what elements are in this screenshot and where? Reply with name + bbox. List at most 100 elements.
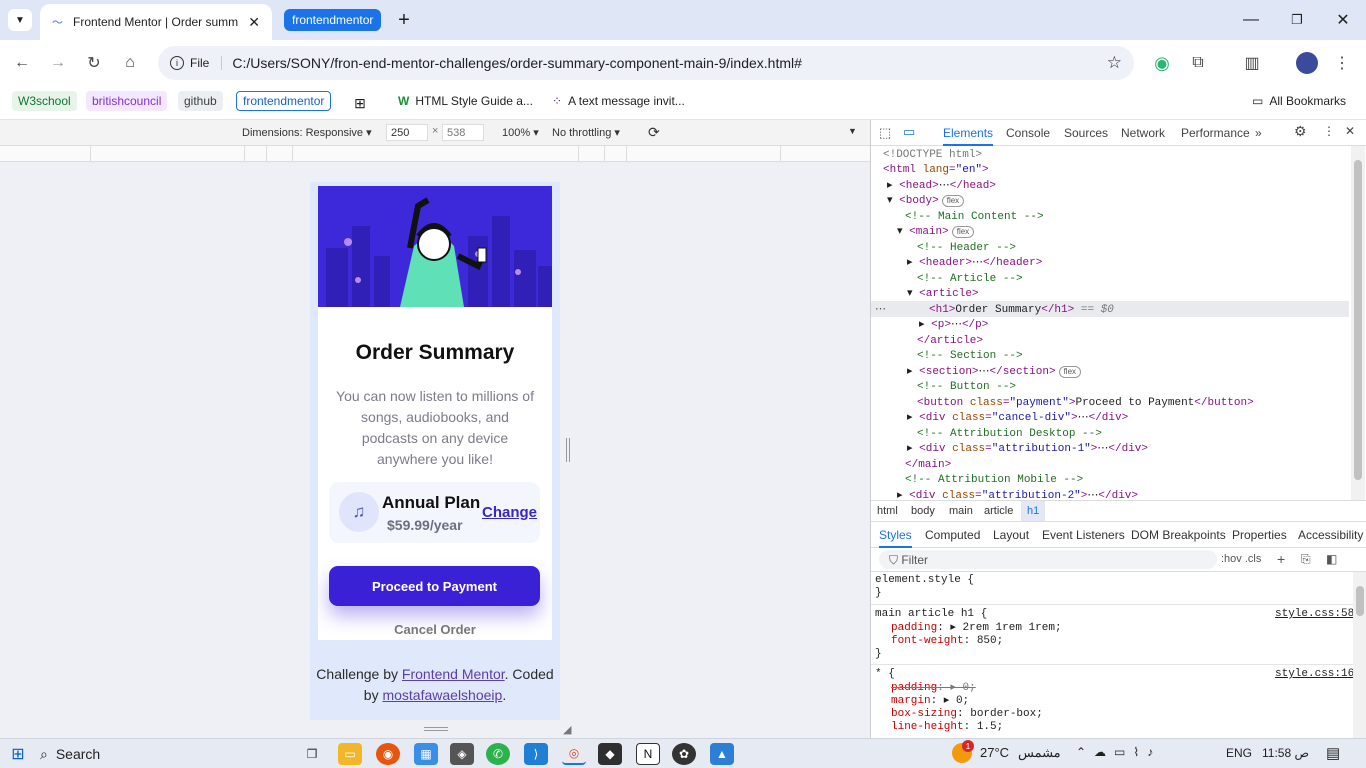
window-close-icon[interactable]: ✕: [1320, 0, 1366, 40]
dimensions-select[interactable]: Dimensions: Responsive ▾: [242, 126, 372, 139]
crumb-article[interactable]: article: [984, 505, 1013, 517]
dom-attribution-1-node[interactable]: ▸ <div class="attribution-1">⋯</div>: [907, 442, 1148, 458]
tab-layout[interactable]: Layout: [993, 528, 1029, 542]
apps-grid-icon[interactable]: ⊞: [352, 95, 368, 111]
app-icon[interactable]: ◈: [450, 743, 474, 765]
change-plan-link[interactable]: Change: [482, 504, 537, 521]
tab-properties[interactable]: Properties: [1232, 528, 1287, 542]
tab-event-listeners[interactable]: Event Listeners: [1042, 528, 1125, 542]
bookmark-html-style-guide[interactable]: W HTML Style Guide a...: [392, 91, 539, 111]
store-icon[interactable]: ▦: [414, 743, 438, 765]
address-bar[interactable]: i File C:/Users/SONY/fron-end-mentor-chal…: [158, 46, 1134, 80]
bookmark-frontendmentor[interactable]: frontendmentor: [236, 91, 332, 111]
width-input[interactable]: 250: [386, 124, 428, 141]
input-language[interactable]: ENG: [1226, 746, 1252, 760]
tab-group-chip[interactable]: frontendmentor: [284, 9, 382, 31]
dom-body-node[interactable]: ▾ <body> flex: [887, 194, 965, 210]
all-bookmarks[interactable]: ▭ All Bookmarks: [1246, 91, 1352, 111]
inspect-element-icon[interactable]: ⬚: [879, 125, 891, 141]
rule1-padding[interactable]: padding: ▸ 2rem 1rem 1rem;: [891, 622, 1062, 635]
dom-main-close[interactable]: </main>: [905, 458, 951, 474]
task-view-icon[interactable]: ❒: [300, 743, 324, 765]
rule2-line-height[interactable]: line-height: 1.5;: [891, 721, 1003, 734]
rule2-selector[interactable]: * {: [875, 668, 895, 681]
toggle-sidebar-icon[interactable]: ◧: [1326, 552, 1337, 566]
extensions-puzzle-icon[interactable]: ⧉: [1182, 47, 1214, 79]
dom-main-node[interactable]: ▾ <main> flex: [897, 225, 975, 241]
resize-corner-icon[interactable]: ◢: [563, 723, 571, 736]
styles-scrollbar[interactable]: [1353, 572, 1366, 738]
cancel-order-button[interactable]: Cancel Order: [318, 622, 552, 637]
profile-avatar[interactable]: [1296, 52, 1318, 74]
author-link[interactable]: mostafawaelshoeip: [382, 687, 502, 703]
device-more-icon[interactable]: ▼: [848, 126, 857, 136]
tray-icons[interactable]: ⌃☁▭⌇♪: [1076, 745, 1161, 759]
frontend-mentor-link[interactable]: Frontend Mentor: [402, 666, 505, 682]
devtools-menu-icon[interactable]: ⋮: [1323, 124, 1335, 138]
media-query-ruler[interactable]: [0, 146, 870, 162]
tab-performance[interactable]: Performance: [1181, 126, 1250, 140]
tab-console[interactable]: Console: [1006, 126, 1050, 140]
dom-h1-node[interactable]: <h1>Order Summary</h1> == $0: [929, 303, 1114, 319]
url-text[interactable]: C:/Users/SONY/fron-end-mentor-challenges…: [232, 55, 1106, 71]
tab-accessibility[interactable]: Accessibility: [1298, 528, 1363, 542]
resize-handle-bottom[interactable]: [424, 727, 448, 731]
tab-computed[interactable]: Computed: [925, 528, 980, 542]
dom-p-node[interactable]: ▸ <p>⋯</p>: [919, 318, 988, 334]
bookmark-star-icon[interactable]: ☆: [1107, 53, 1122, 73]
restore-icon[interactable]: ❐: [1274, 0, 1320, 40]
site-info-chip[interactable]: i File: [170, 56, 223, 70]
dom-head-node[interactable]: ▸ <head>⋯</head>: [887, 179, 996, 195]
weather-label[interactable]: مشمس: [1018, 745, 1061, 761]
proceed-to-payment-button[interactable]: Proceed to Payment: [329, 566, 540, 606]
device-toggle-icon[interactable]: ▭: [903, 124, 915, 140]
dom-button-node[interactable]: <button class="payment">Proceed to Payme…: [917, 396, 1254, 412]
notion-icon[interactable]: N: [636, 743, 660, 765]
tab-search-icon[interactable]: ▼: [8, 9, 32, 31]
tab-dom-breakpoints[interactable]: DOM Breakpoints: [1131, 528, 1226, 542]
dom-html-node[interactable]: <html lang="en">: [883, 163, 989, 179]
rule2-box-sizing[interactable]: box-sizing: border-box;: [891, 708, 1043, 721]
flex-badge[interactable]: flex: [951, 226, 975, 238]
height-input[interactable]: 538: [442, 124, 484, 141]
bookmark-britishcouncil[interactable]: britishcouncil: [86, 91, 168, 111]
crumb-h1[interactable]: h1: [1021, 501, 1046, 521]
notifications-icon[interactable]: ▤: [1326, 744, 1340, 762]
dom-attribution-2-node[interactable]: ▸ <div class="attribution-2">⋯</div>: [897, 489, 1138, 500]
reload-icon[interactable]: ↻: [78, 47, 110, 79]
rule2-source-link[interactable]: style.css:16: [1275, 668, 1354, 681]
temperature[interactable]: 27°C: [980, 745, 1009, 760]
settings-gear-icon[interactable]: ⚙: [1294, 123, 1307, 140]
crumb-body[interactable]: body: [911, 505, 935, 517]
rule1-source-link[interactable]: style.css:58: [1275, 608, 1354, 621]
dom-section-node[interactable]: ▸ <section>⋯</section> flex: [907, 365, 1082, 381]
clock[interactable]: 11:58 ص: [1262, 746, 1309, 760]
minimize-icon[interactable]: —: [1228, 0, 1274, 40]
rule2-padding[interactable]: padding: ▸ 0;: [891, 682, 976, 695]
tab-network[interactable]: Network: [1121, 126, 1165, 140]
dom-header-node[interactable]: ▸ <header>⋯</header>: [907, 256, 1042, 272]
chatgpt-icon[interactable]: ✿: [672, 743, 696, 765]
rule2-margin[interactable]: margin: ▸ 0;: [891, 695, 969, 708]
devtools-close-icon[interactable]: ✕: [1345, 124, 1355, 138]
back-icon[interactable]: ←: [6, 47, 38, 79]
extension-grammarly-icon[interactable]: ◉: [1146, 47, 1178, 79]
firefox-icon[interactable]: ◉: [376, 743, 400, 765]
filter-input[interactable]: ⛉ Filter: [879, 550, 1217, 569]
dom-cancel-div-node[interactable]: ▸ <div class="cancel-div">⋯</div>: [907, 411, 1128, 427]
close-tab-icon[interactable]: ✕: [248, 14, 260, 31]
crumb-html[interactable]: html: [877, 505, 898, 517]
tab-styles[interactable]: Styles: [879, 528, 912, 548]
chrome-icon[interactable]: ◎: [562, 743, 586, 765]
bookmark-w3school[interactable]: W3school: [12, 91, 77, 111]
browser-tab-active[interactable]: 〜 Frontend Mentor | Order summ ✕: [40, 4, 272, 40]
file-explorer-icon[interactable]: ▭: [338, 743, 362, 765]
rule1-font-weight[interactable]: font-weight: 850;: [891, 635, 1003, 648]
home-icon[interactable]: ⌂: [114, 47, 146, 79]
bookmark-text-message[interactable]: ⁘ A text message invit...: [546, 91, 691, 111]
tab-sources[interactable]: Sources: [1064, 126, 1108, 140]
new-tab-icon[interactable]: +: [392, 8, 416, 32]
resize-handle-right[interactable]: [566, 438, 570, 462]
vscode-icon[interactable]: ⟩: [524, 743, 548, 765]
forward-icon[interactable]: →: [42, 47, 74, 79]
